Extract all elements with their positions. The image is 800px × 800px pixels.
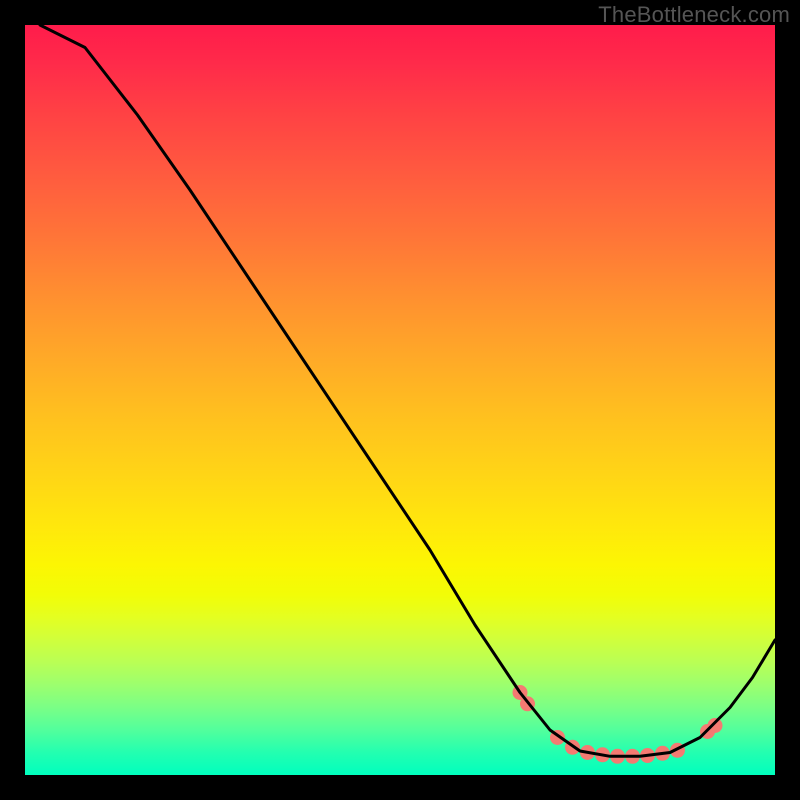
watermark-text: TheBottleneck.com [598,2,790,28]
plot-gradient-background [25,25,775,775]
chart-container: TheBottleneck.com [0,0,800,800]
